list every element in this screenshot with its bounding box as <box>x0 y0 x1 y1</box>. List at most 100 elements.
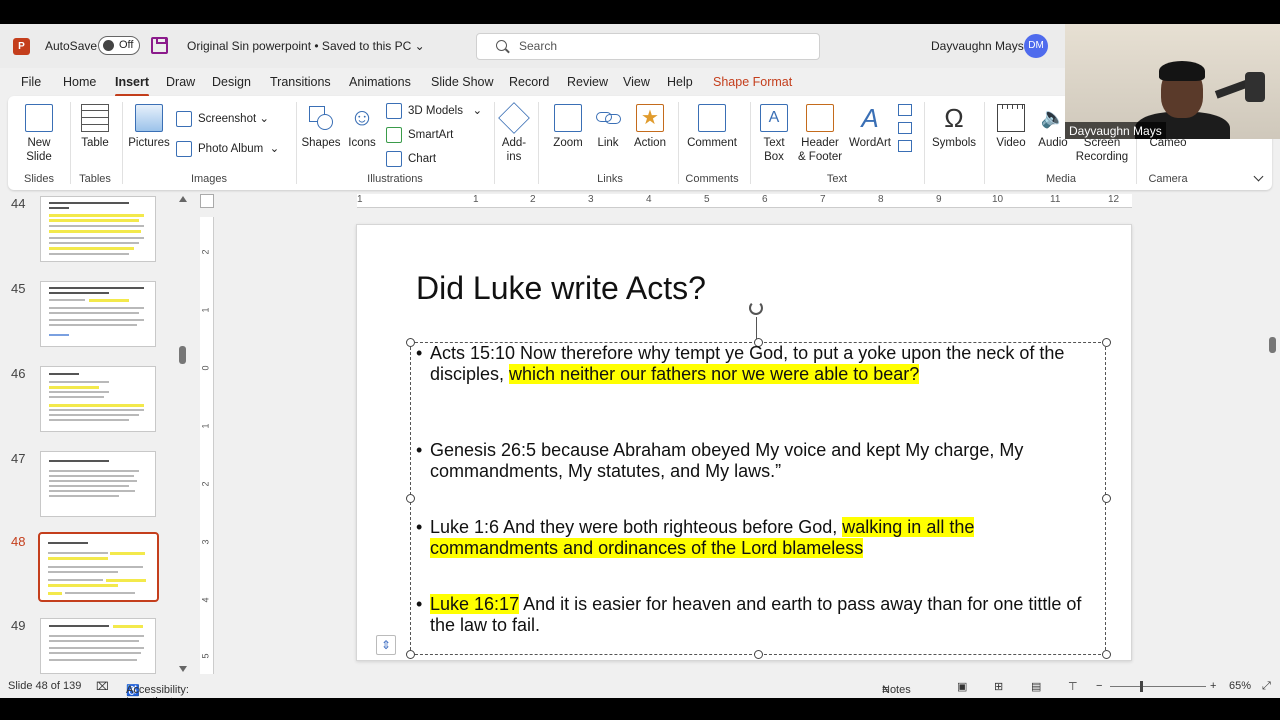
slide-thumbnail-49[interactable] <box>40 618 156 674</box>
vertical-ruler[interactable]: 2 1 0 1 2 3 4 5 <box>200 217 214 674</box>
bullet-genesis-26-5[interactable]: • Genesis 26:5 because Abraham obeyed My … <box>416 440 1090 481</box>
wordart-button[interactable]: A WordArt <box>846 104 894 150</box>
icons-button[interactable]: ☺ Icons <box>344 104 380 150</box>
slide-sorter-icon[interactable]: ⊞ <box>994 680 1003 693</box>
search-box[interactable]: Search <box>476 33 820 60</box>
textbox-icon: A <box>760 104 788 132</box>
photo-album-button[interactable]: Photo Album ⌄ <box>176 140 279 158</box>
horizontal-ruler[interactable]: 1 1 2 3 4 5 6 7 8 9 10 11 12 <box>357 194 1132 208</box>
slide-counter: Slide 48 of 139 <box>8 680 82 692</box>
tab-view[interactable]: View <box>623 75 650 89</box>
zoom-out-button[interactable]: − <box>1096 680 1102 692</box>
resize-handle[interactable] <box>1102 338 1111 347</box>
save-icon[interactable] <box>151 37 168 54</box>
tab-transitions[interactable]: Transitions <box>270 75 331 89</box>
resize-handle[interactable] <box>406 650 415 659</box>
tab-design[interactable]: Design <box>212 75 251 89</box>
slide-thumbnail-44[interactable] <box>40 196 156 262</box>
slide-thumbnail-47[interactable] <box>40 451 156 517</box>
video-button[interactable]: Video <box>992 104 1030 150</box>
new-slide-label-2: Slide <box>26 151 52 163</box>
rotate-handle-icon[interactable] <box>749 301 763 315</box>
slide-title[interactable]: Did Luke write Acts? <box>416 270 706 307</box>
autosave-toggle[interactable]: Off <box>98 36 140 55</box>
header-footer-label-1: Header <box>801 137 839 149</box>
chart-icon <box>386 151 402 167</box>
tab-slide-show[interactable]: Slide Show <box>431 75 494 89</box>
ruler-tick: 9 <box>936 194 942 205</box>
resize-handle[interactable] <box>754 650 763 659</box>
bullet-luke-16-17[interactable]: • Luke 16:17 And it is easier for heaven … <box>416 594 1090 635</box>
tab-record[interactable]: Record <box>509 75 549 89</box>
table-button[interactable]: Table <box>74 104 116 150</box>
slide-thumbnail-48-selected[interactable] <box>38 532 159 602</box>
tab-animations[interactable]: Animations <box>349 75 411 89</box>
slide-thumbnail-45[interactable] <box>40 281 156 347</box>
pictures-button[interactable]: Pictures <box>126 104 172 150</box>
ruler-tab-selector[interactable] <box>200 194 214 208</box>
3d-models-button[interactable]: 3D Models ⌄ <box>386 102 482 120</box>
ruler-tick: 2 <box>530 194 536 205</box>
addins-label-2: ins <box>506 151 522 163</box>
avatar[interactable]: DM <box>1024 34 1048 58</box>
zoom-in-button[interactable]: + <box>1210 680 1216 692</box>
tab-draw[interactable]: Draw <box>166 75 195 89</box>
status-bar: Slide 48 of 139 ⌧ ♿ Accessibility: Inves… <box>0 676 1280 698</box>
screenshot-button[interactable]: Screenshot ⌄ <box>176 110 269 128</box>
tab-help[interactable]: Help <box>667 75 693 89</box>
tab-shape-format[interactable]: Shape Format <box>713 75 792 89</box>
header-footer-button[interactable]: Header & Footer <box>794 104 846 164</box>
zoom-level[interactable]: 65% <box>1229 680 1251 692</box>
slide-canvas[interactable]: Did Luke write Acts? • Acts 15:10 Now the… <box>356 224 1132 661</box>
resize-handle[interactable] <box>406 338 415 347</box>
zoom-button[interactable]: Zoom <box>550 104 586 150</box>
star-icon: ★ <box>636 104 664 132</box>
scroll-thumb[interactable] <box>179 346 186 364</box>
scroll-down-icon[interactable] <box>179 666 187 672</box>
editor-scrollbar[interactable] <box>1265 194 1280 674</box>
tab-insert[interactable]: Insert <box>115 75 150 97</box>
group-media: Media <box>1046 173 1076 185</box>
group-slides: Slides <box>24 173 54 185</box>
cube-icon <box>386 103 402 119</box>
slide-show-icon[interactable]: ⊤ <box>1068 680 1078 693</box>
smartart-icon <box>386 127 402 143</box>
bullet-luke-1-6[interactable]: • Luke 1:6 And they were both righteous b… <box>416 517 1090 558</box>
document-title[interactable]: Original Sin powerpoint • Saved to this … <box>187 39 425 53</box>
spell-check-icon[interactable]: ⌧ <box>96 680 109 693</box>
resize-handle[interactable] <box>1102 494 1111 503</box>
smartart-button[interactable]: SmartArt <box>386 126 453 144</box>
slide-thumbnail-46[interactable] <box>40 366 156 432</box>
link-button[interactable]: Link <box>592 104 624 150</box>
shapes-button[interactable]: Shapes <box>300 104 342 150</box>
user-name[interactable]: Dayvaughn Mays <box>931 39 1024 53</box>
notes-label: Notes <box>882 684 911 696</box>
screen-recording-button[interactable]: Screen Recording <box>1074 136 1130 164</box>
symbols-button[interactable]: Ω Symbols <box>930 104 978 150</box>
bullet-acts-15-10[interactable]: • Acts 15:10 Now therefore why tempt ye G… <box>416 343 1090 384</box>
fit-to-window-icon[interactable]: ⤢ <box>1262 680 1271 693</box>
zoom-slider-thumb[interactable] <box>1140 681 1143 692</box>
thumbnail-scrollbar[interactable] <box>176 194 190 674</box>
comment-button[interactable]: Comment <box>682 104 742 150</box>
speaker-icon: 🔈 <box>1040 107 1066 129</box>
action-button[interactable]: ★ Action <box>630 104 670 150</box>
autofit-options-icon[interactable]: ⇕ <box>376 635 396 655</box>
tab-file[interactable]: File <box>21 75 41 89</box>
new-slide-button[interactable]: New Slide <box>18 104 60 164</box>
resize-handle[interactable] <box>1102 650 1111 659</box>
addins-button[interactable]: Add- ins <box>498 102 530 164</box>
tab-home[interactable]: Home <box>63 75 96 89</box>
reading-view-icon[interactable]: ▤ <box>1031 680 1041 693</box>
zoom-slider[interactable] <box>1110 686 1206 687</box>
normal-view-icon[interactable]: ▣ <box>957 680 967 693</box>
tab-review[interactable]: Review <box>567 75 608 89</box>
resize-handle[interactable] <box>406 494 415 503</box>
scroll-thumb[interactable] <box>1269 337 1276 353</box>
textbox-button[interactable]: A Text Box <box>756 104 792 164</box>
chart-button[interactable]: Chart <box>386 150 436 168</box>
thumbnail-number: 44 <box>11 196 26 211</box>
ribbon-expand-chevron-icon[interactable] <box>1253 171 1264 182</box>
scroll-up-icon[interactable] <box>179 196 187 202</box>
text-more-buttons[interactable] <box>898 104 916 152</box>
